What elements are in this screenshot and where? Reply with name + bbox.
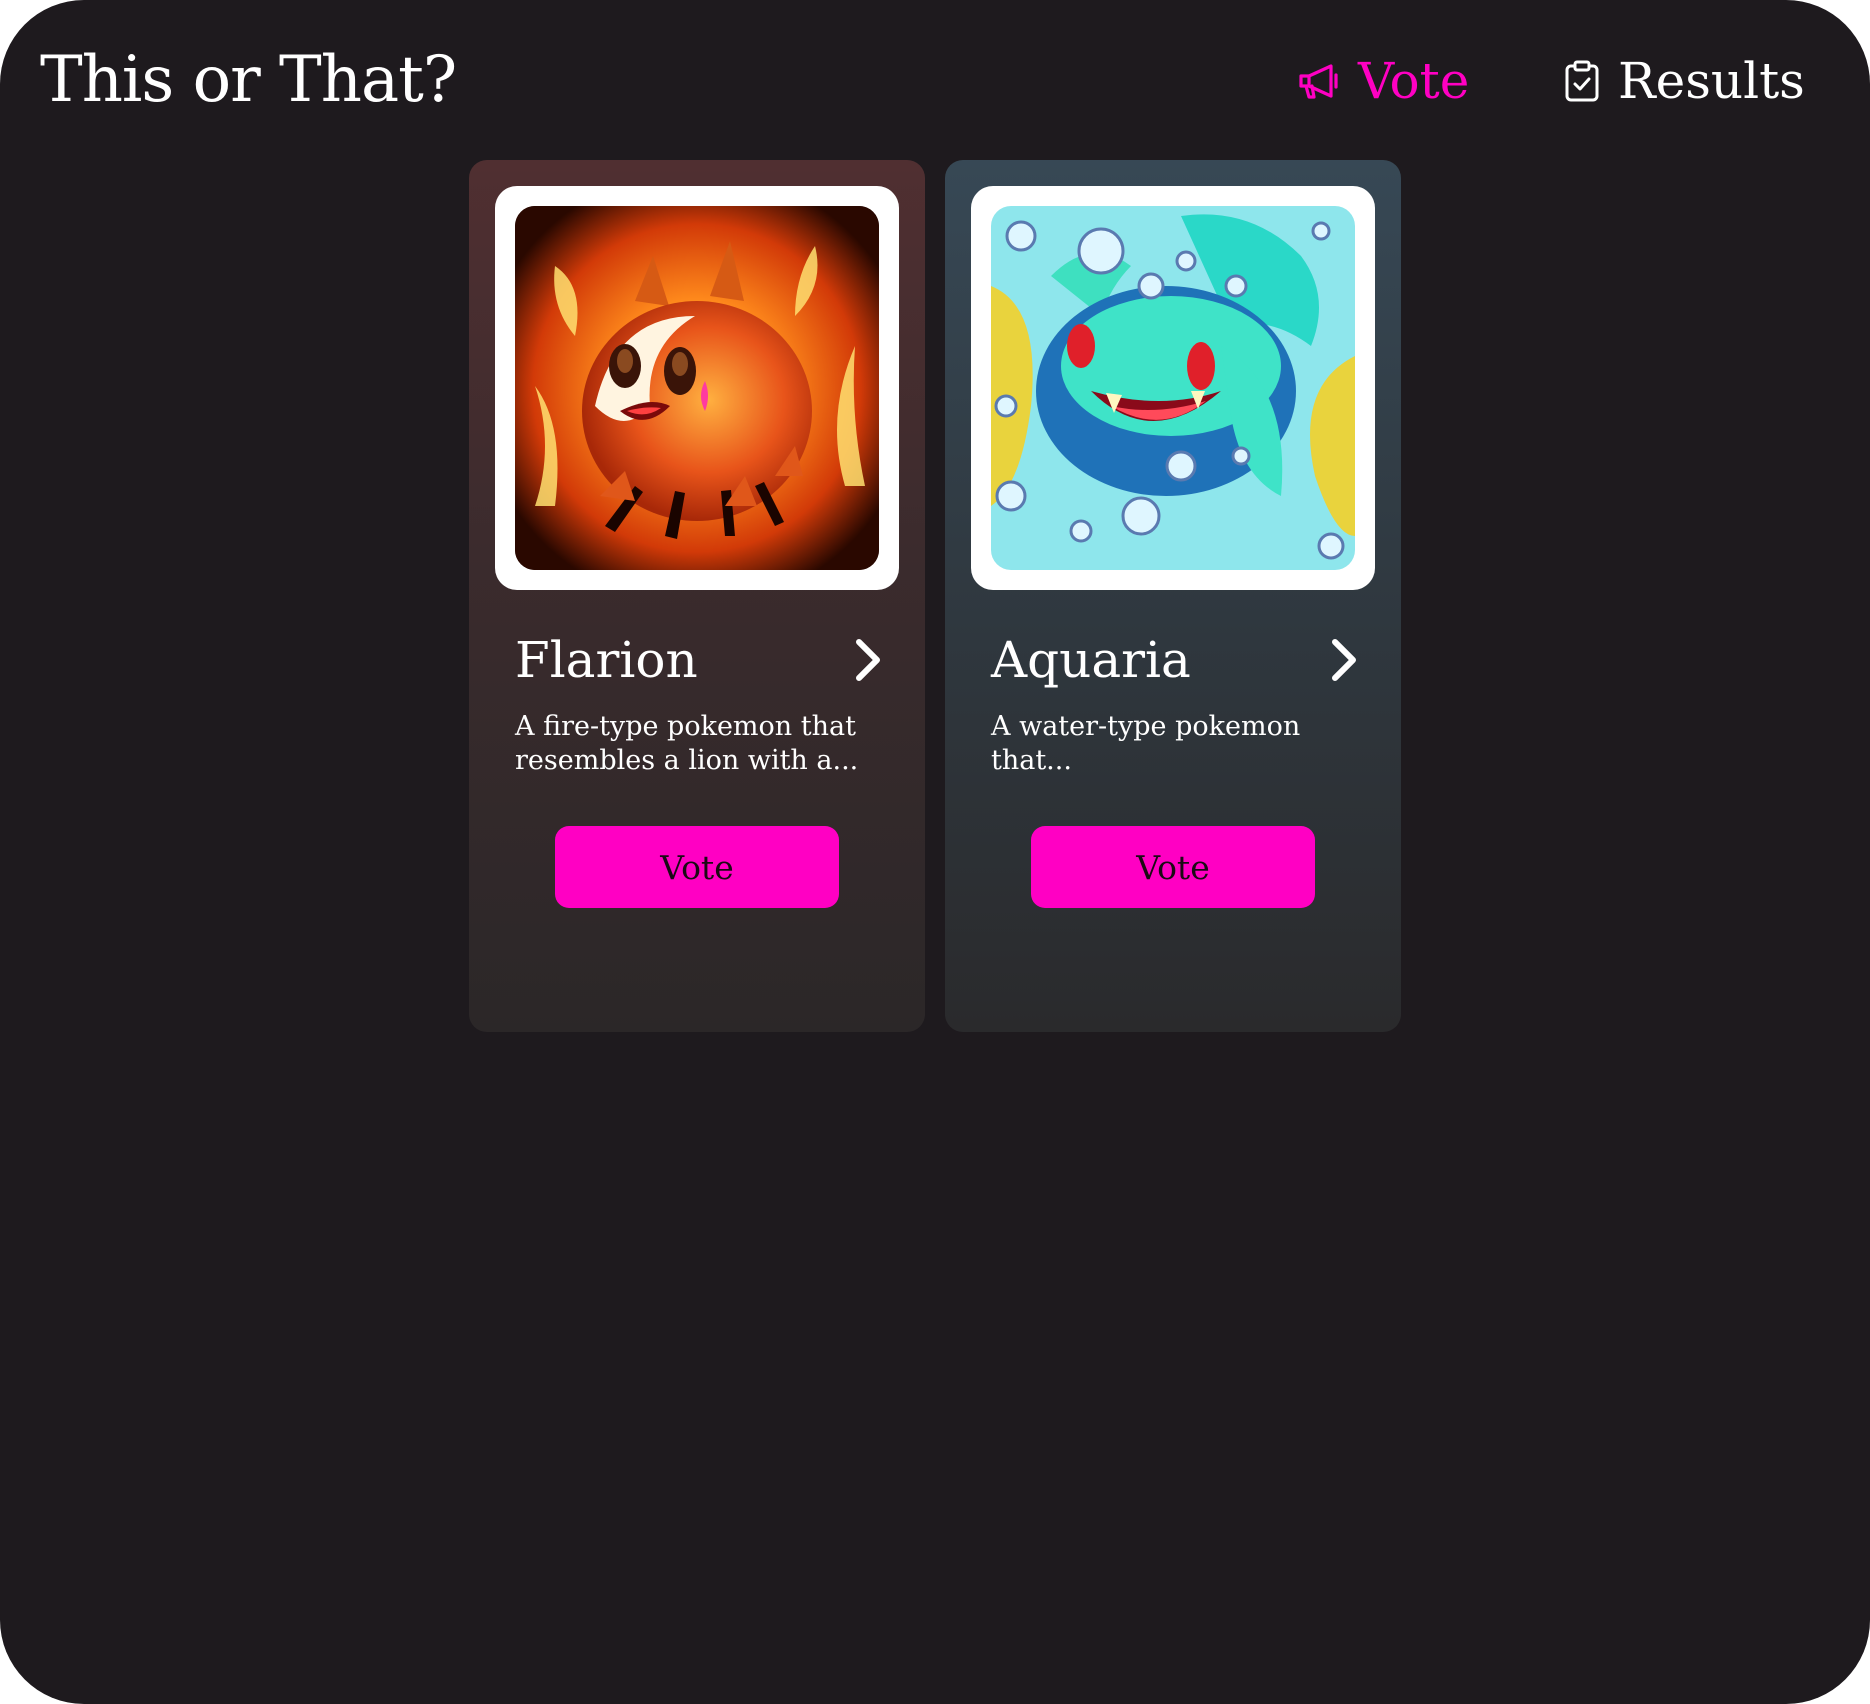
app-title: This or That?	[40, 43, 457, 117]
candidate-card-flarion[interactable]: Flarion A fire-type pokemon that resembl…	[469, 160, 925, 1032]
app-window: This or That? Vote Results Flarion A fir…	[0, 0, 1870, 1704]
chevron-right-icon[interactable]	[1323, 636, 1363, 684]
fire-creature-image	[515, 206, 879, 570]
nav-vote-label: Vote	[1358, 52, 1470, 110]
candidate-description: A fire-type pokemon that resembles a lio…	[515, 711, 859, 776]
candidate-card-aquaria[interactable]: Aquaria A water-type pokemon that... Vot…	[945, 160, 1401, 1032]
chevron-right-icon[interactable]	[847, 636, 887, 684]
clipboard-check-icon	[1564, 60, 1600, 102]
megaphone-icon	[1298, 63, 1340, 99]
vote-button[interactable]: Vote	[1031, 826, 1315, 908]
candidate-name: Flarion	[515, 631, 698, 689]
nav-results-label: Results	[1618, 52, 1805, 110]
candidate-name: Aquaria	[991, 631, 1191, 689]
image-frame	[495, 186, 899, 590]
candidate-description: A water-type pokemon that...	[991, 711, 1301, 776]
image-frame	[971, 186, 1375, 590]
water-creature-image	[991, 206, 1355, 570]
nav-results[interactable]: Results	[1564, 45, 1805, 117]
vote-button[interactable]: Vote	[555, 826, 839, 908]
nav-vote[interactable]: Vote	[1298, 45, 1469, 117]
